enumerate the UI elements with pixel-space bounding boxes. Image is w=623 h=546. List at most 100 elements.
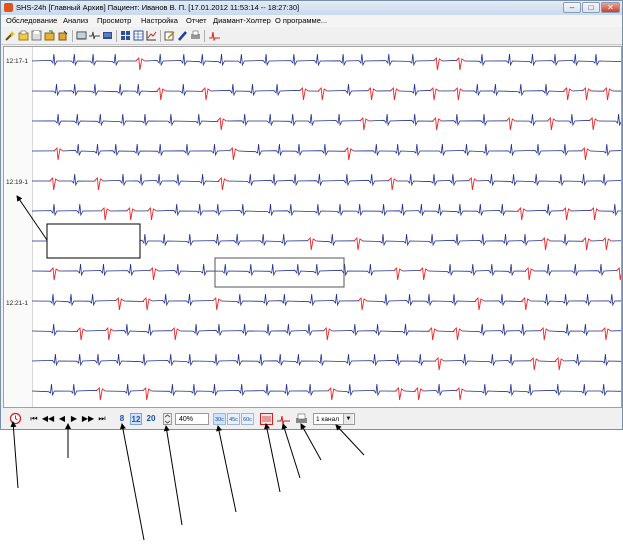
menu-nastroika[interactable]: Настройка: [141, 15, 178, 27]
ecg-strips-panel[interactable]: 12:17-1 12:19-1 12:21-1: [3, 46, 622, 408]
speed-8-button[interactable]: 8: [116, 413, 128, 425]
ecg-ectopic-beat: [170, 326, 181, 341]
menu-prosmotr[interactable]: Просмотр: [97, 15, 131, 27]
ecg-ectopic-beat: [434, 356, 445, 371]
ecg-ectopic-beat: [147, 206, 157, 221]
ecg-ectopic-beat: [563, 86, 573, 101]
annotation-arrow: [10, 421, 19, 489]
annotation-arrow: [163, 425, 183, 526]
ecg-ectopic-beat: [554, 356, 565, 371]
annotation-arrow: [216, 425, 237, 513]
menu-otchet[interactable]: Отчет: [186, 15, 207, 27]
title-bar[interactable]: SHS-24h [Главный Архив] Пациент: Иванов …: [1, 1, 622, 15]
ecg-ectopic-beat: [529, 356, 540, 371]
nav-next-button[interactable]: ▶: [69, 413, 79, 425]
ecg-trace: [32, 233, 621, 247]
ecg-ectopic-beat: [104, 326, 115, 341]
chart-icon[interactable]: [146, 30, 157, 41]
ecg-ectopic-beat: [562, 206, 572, 221]
ecg-ectopic-beat: [468, 176, 478, 191]
ecg-ectopic-beat: [76, 326, 87, 341]
ecg-ectopic-beat: [229, 146, 239, 161]
ecg-ectopic-beat: [419, 266, 429, 281]
ecg-ectopic-beat: [390, 86, 400, 101]
ecg-ectopic-beat: [603, 86, 613, 101]
ecg-ectopic-beat: [387, 176, 398, 191]
ecg-ectopic-beat: [142, 296, 153, 311]
ecg-ectopic-beat: [367, 86, 377, 101]
maximize-button[interactable]: □: [582, 2, 600, 13]
ecg-ectopic-beat: [94, 176, 104, 191]
export-icon[interactable]: [44, 30, 55, 41]
nav-next-page-button[interactable]: ▶▶: [81, 413, 95, 425]
layout-icon[interactable]: [120, 30, 131, 41]
toolbar: [1, 28, 622, 45]
ecg-ectopic-beat: [201, 86, 212, 101]
speed-12-button[interactable]: 12: [130, 413, 142, 425]
ecg-ectopic-beat: [135, 56, 146, 71]
channels-icon[interactable]: [260, 413, 273, 425]
scale-45c-button[interactable]: 45c: [227, 413, 240, 425]
scale-spin-icon[interactable]: [163, 413, 172, 425]
pen-icon[interactable]: [177, 30, 188, 41]
ecg-ectopic-beat: [429, 86, 440, 101]
list-view-icon[interactable]: [76, 30, 87, 41]
edit-icon[interactable]: [164, 30, 175, 41]
ecg-ectopic-beat: [506, 116, 516, 131]
ecg-ectopic-beat: [149, 266, 159, 281]
chevron-down-icon: ▼: [343, 414, 353, 424]
ecg-view-icon[interactable]: [89, 30, 100, 41]
timer-icon[interactable]: [9, 412, 22, 425]
ecg-ectopic-beat: [433, 56, 443, 71]
menu-obsledovanie[interactable]: Обследование: [6, 15, 57, 27]
menu-o-programme[interactable]: О программе...: [275, 15, 327, 27]
table-icon[interactable]: [133, 30, 144, 41]
nav-prev-button[interactable]: ◀: [57, 413, 67, 425]
ecg-ectopic-beat: [53, 146, 64, 161]
ecg-ectopic-beat: [455, 386, 466, 401]
app-icon: [4, 3, 13, 12]
scale-input[interactable]: 40%: [175, 413, 209, 425]
scale-60c-button[interactable]: 60c: [241, 413, 254, 425]
ecg-ectopic-beat: [212, 296, 222, 311]
ecg-traces: [32, 53, 621, 401]
nav-last-button[interactable]: ⏭: [97, 413, 107, 425]
nav-prev-page-button[interactable]: ◀◀: [41, 413, 55, 425]
speed-20-button[interactable]: 20: [144, 413, 158, 425]
ecg-ectopic-beat: [455, 56, 466, 71]
delete-icon[interactable]: [57, 30, 68, 41]
nav-first-button[interactable]: ⏮: [29, 413, 39, 425]
time-column: 12:17-1 12:19-1 12:21-1: [4, 47, 33, 407]
open-archive-icon[interactable]: [18, 30, 29, 41]
ecg-ectopic-beat: [49, 266, 60, 281]
channel-select[interactable]: 1 канал ▼: [313, 413, 355, 425]
close-button[interactable]: ✕: [601, 2, 620, 13]
minimize-button[interactable]: –: [563, 2, 581, 13]
ecg-ectopic-beat: [216, 116, 227, 131]
time-label-2: 12:19-1: [6, 179, 29, 186]
menu-diamant-holter[interactable]: Диамант-Холтер: [213, 15, 271, 27]
scale-30c-button[interactable]: 30c: [213, 413, 226, 425]
ecg-ectopic-beat: [395, 386, 405, 401]
ecg-trace: [32, 143, 621, 157]
ecg-ectopic-beat: [142, 386, 152, 401]
annotation-arrow: [119, 423, 145, 541]
ecg-ectopic-beat: [95, 386, 106, 401]
ecg-ectopic-beat: [317, 86, 328, 101]
ecg-ectopic-beat: [590, 206, 600, 221]
app-window: SHS-24h [Главный Архив] Пациент: Иванов …: [0, 0, 623, 430]
ecg-marker-bottom-icon[interactable]: [277, 413, 290, 425]
wand-icon[interactable]: [5, 30, 16, 41]
print-bottom-icon[interactable]: [295, 413, 308, 425]
menu-analiz[interactable]: Анализ: [63, 15, 88, 27]
ecg-ectopic-beat: [428, 326, 438, 341]
print-icon[interactable]: [190, 30, 201, 41]
grid-view-icon[interactable]: [102, 30, 113, 41]
ecg-ectopic-beat: [359, 116, 370, 131]
ecg-marker-icon[interactable]: [209, 30, 220, 41]
ecg-ectopic-beat: [126, 206, 136, 221]
save-icon[interactable]: [31, 30, 42, 41]
ecg-ectopic-beat: [582, 236, 592, 251]
ecg-trace: [32, 83, 621, 97]
ecg-ectopic-beat: [49, 176, 59, 191]
